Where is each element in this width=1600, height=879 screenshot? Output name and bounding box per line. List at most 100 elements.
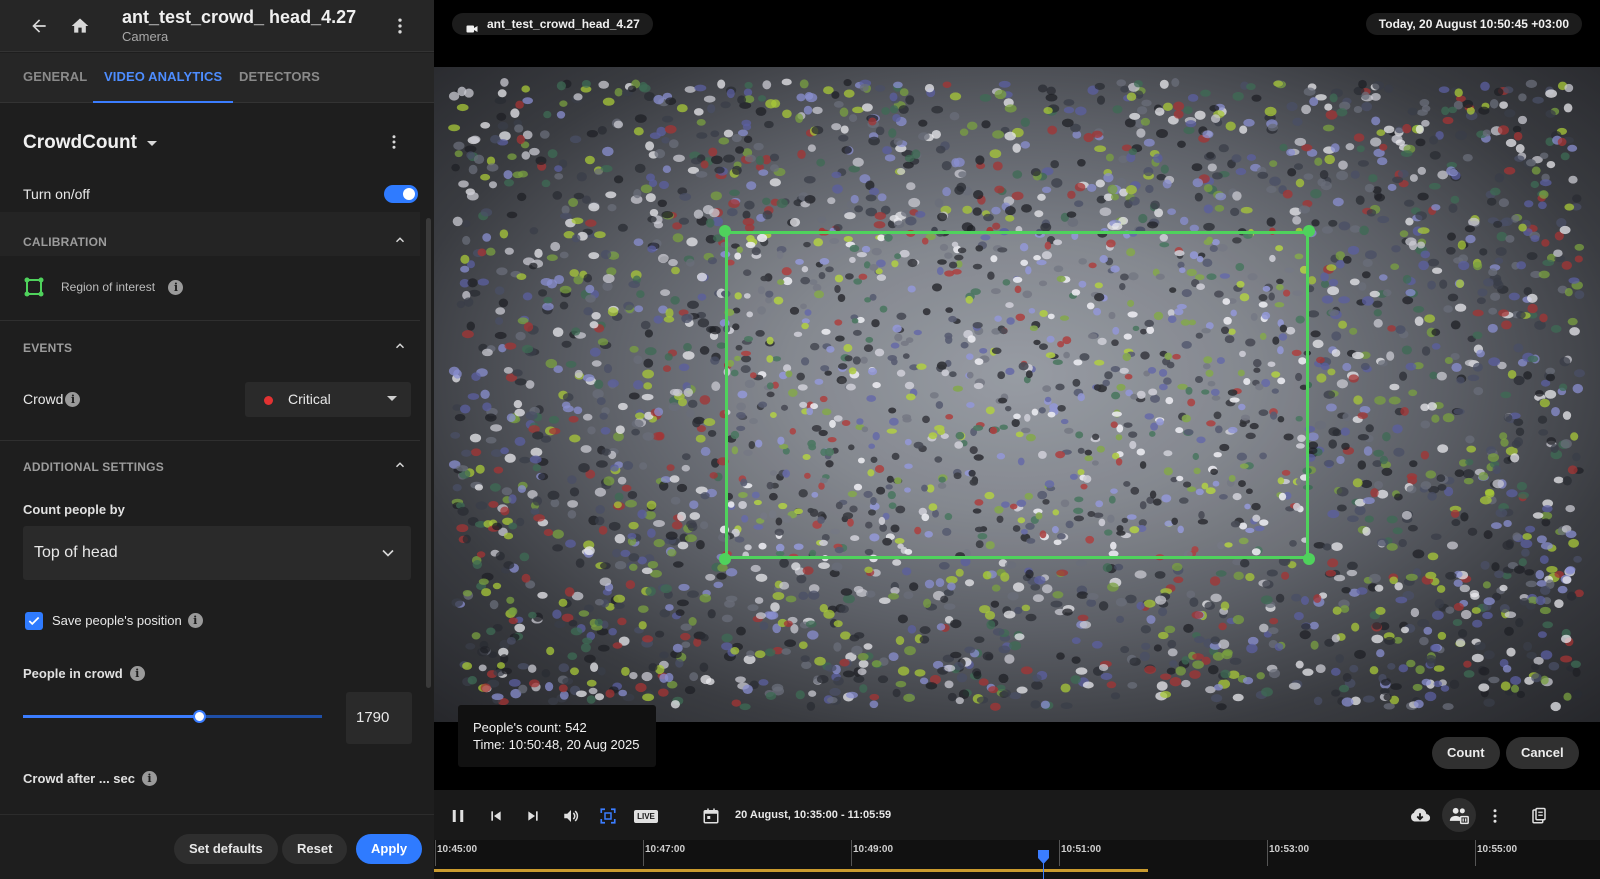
people-in-crowd-input[interactable]: 1790 [346,692,412,744]
tab-detectors[interactable]: DETECTORS [228,53,331,103]
calibration-title: CALIBRATION [23,235,107,249]
camera-title: ant_test_crowd_ head_4.27 [122,7,357,27]
live-icon[interactable]: LIVE [633,803,659,829]
more-vertical-icon[interactable] [1482,803,1508,829]
timeline-tick-label: 10:55:00 [1477,844,1518,855]
save-position-checkbox[interactable] [25,612,43,630]
timeline-tick [851,840,852,866]
timeline-marker-icon[interactable] [1038,850,1049,864]
roi-handle[interactable] [1303,553,1315,565]
crowd-after-label: Crowd after ... sec i [23,771,157,786]
timeline-tick-label: 10:53:00 [1269,844,1310,855]
info-icon[interactable]: i [168,280,184,295]
enable-toggle[interactable] [384,185,418,203]
roi-label-text: Region of interest [61,280,156,294]
time-range[interactable]: 20 August, 10:35:00 - 11:05:59 [735,809,891,821]
panel-header: ant_test_crowd_ head_4.27 Camera [0,0,434,52]
pause-icon[interactable] [445,803,471,829]
roi-rectangle[interactable] [725,231,1309,559]
info-icon[interactable]: i [187,613,203,628]
skip-previous-icon[interactable] [483,803,509,829]
timeline-tick-label: 10:45:00 [437,844,478,855]
playback-controls: LIVE 20 August, 10:35:00 - 11:05:59 [434,790,1600,840]
save-position-label: Save people's position i [52,613,203,628]
save-position-text: Save people's position [52,613,182,628]
region-of-interest-icon[interactable] [24,277,44,297]
people-in-crowd-text: People in crowd [23,666,123,681]
camera-subtitle: Camera [122,29,169,44]
timeline-cursor [1043,862,1044,879]
info-icon[interactable]: i [65,391,81,407]
people-slider[interactable] [23,710,322,723]
slider-thumb[interactable] [193,710,207,723]
timeline-tick-label: 10:47:00 [645,844,686,855]
camera-name: ant_test_crowd_head_4.27 [487,17,640,31]
caret-down-icon [387,396,397,401]
events-title: EVENTS [23,341,73,355]
clipboard-icon[interactable] [1526,803,1552,829]
chevron-up-icon[interactable] [390,230,410,250]
download-icon[interactable] [1407,803,1433,829]
video-topbar: ant_test_crowd_head_4.27 Today, 20 Augus… [434,0,1600,67]
back-arrow-icon[interactable] [23,10,55,42]
roi-handle[interactable] [719,225,731,237]
calendar-icon[interactable] [698,803,724,829]
fit-screen-icon[interactable] [595,803,621,829]
tab-video-analytics[interactable]: VIDEO ANALYTICS [93,53,234,103]
roi-label[interactable]: Region of interest i [61,280,184,295]
info-icon[interactable]: i [129,666,145,681]
module-selector[interactable]: CrowdCount [23,132,157,154]
set-defaults-button[interactable]: Set defaults [174,834,278,864]
skip-next-icon[interactable] [520,803,546,829]
timestamp-pill: Today, 20 August 10:50:45 +03:00 [1365,13,1582,35]
crowd-after-text: Crowd after ... sec [23,771,135,786]
module-menu-icon[interactable] [380,128,408,156]
chevron-up-icon[interactable] [390,455,410,475]
video-camera-icon [466,19,478,41]
video-frame[interactable] [434,67,1600,722]
chevron-down-icon [378,543,398,563]
crowd-event-label: Crowd i [23,391,81,407]
timeline-tick [1267,840,1268,866]
tooltip-count: People's count: 542 [473,720,587,735]
tooltip-time: Time: 10:50:48, 20 Aug 2025 [473,737,640,752]
timeline-tick [1059,840,1060,866]
timeline-tick [643,840,644,866]
severity-select[interactable]: Critical [245,382,411,417]
people-in-crowd-label: People in crowd i [23,666,145,681]
apply-button[interactable]: Apply [356,834,423,864]
severity-value: Critical [288,391,331,407]
people-count-icon[interactable] [1442,798,1476,832]
volume-icon[interactable] [558,803,584,829]
divider [0,320,420,321]
slider-fill [23,715,200,718]
count-button[interactable]: Count [1432,737,1500,769]
panel-footer: Set defaults Reset Apply [0,814,434,879]
camera-name-pill: ant_test_crowd_head_4.27 [452,13,653,35]
timeline-tick [1475,840,1476,866]
timeline[interactable]: 10:45:00 10:47:00 10:49:00 10:51:00 10:53:00… [434,840,1600,879]
tab-bar: GENERAL VIDEO ANALYTICS DETECTORS [0,53,434,103]
count-tooltip: People's count: 542 Time: 10:50:48, 20 A… [458,705,656,767]
settings-panel: ant_test_crowd_ head_4.27 Camera GENERAL… [0,0,434,879]
module-name: CrowdCount [23,132,137,153]
timeline-tick-label: 10:51:00 [1061,844,1102,855]
roi-handle[interactable] [719,553,731,565]
toggle-label: Turn on/off [23,186,90,202]
recording-bar [434,869,1148,872]
panel-scrollbar[interactable] [426,218,431,688]
additional-settings-title: ADDITIONAL SETTINGS [23,460,164,474]
timeline-tick [435,840,436,866]
more-vertical-icon[interactable] [384,10,416,42]
count-by-label: Count people by [23,502,125,517]
count-by-select[interactable]: Top of head [23,526,411,580]
tab-general[interactable]: GENERAL [12,53,98,103]
chevron-up-icon[interactable] [390,336,410,356]
severity-dot [264,396,273,405]
home-icon[interactable] [64,10,96,42]
reset-button[interactable]: Reset [282,834,348,864]
roi-handle[interactable] [1303,225,1315,237]
info-icon[interactable]: i [141,771,157,786]
cancel-button[interactable]: Cancel [1506,737,1579,769]
calibration-header[interactable] [0,212,420,256]
